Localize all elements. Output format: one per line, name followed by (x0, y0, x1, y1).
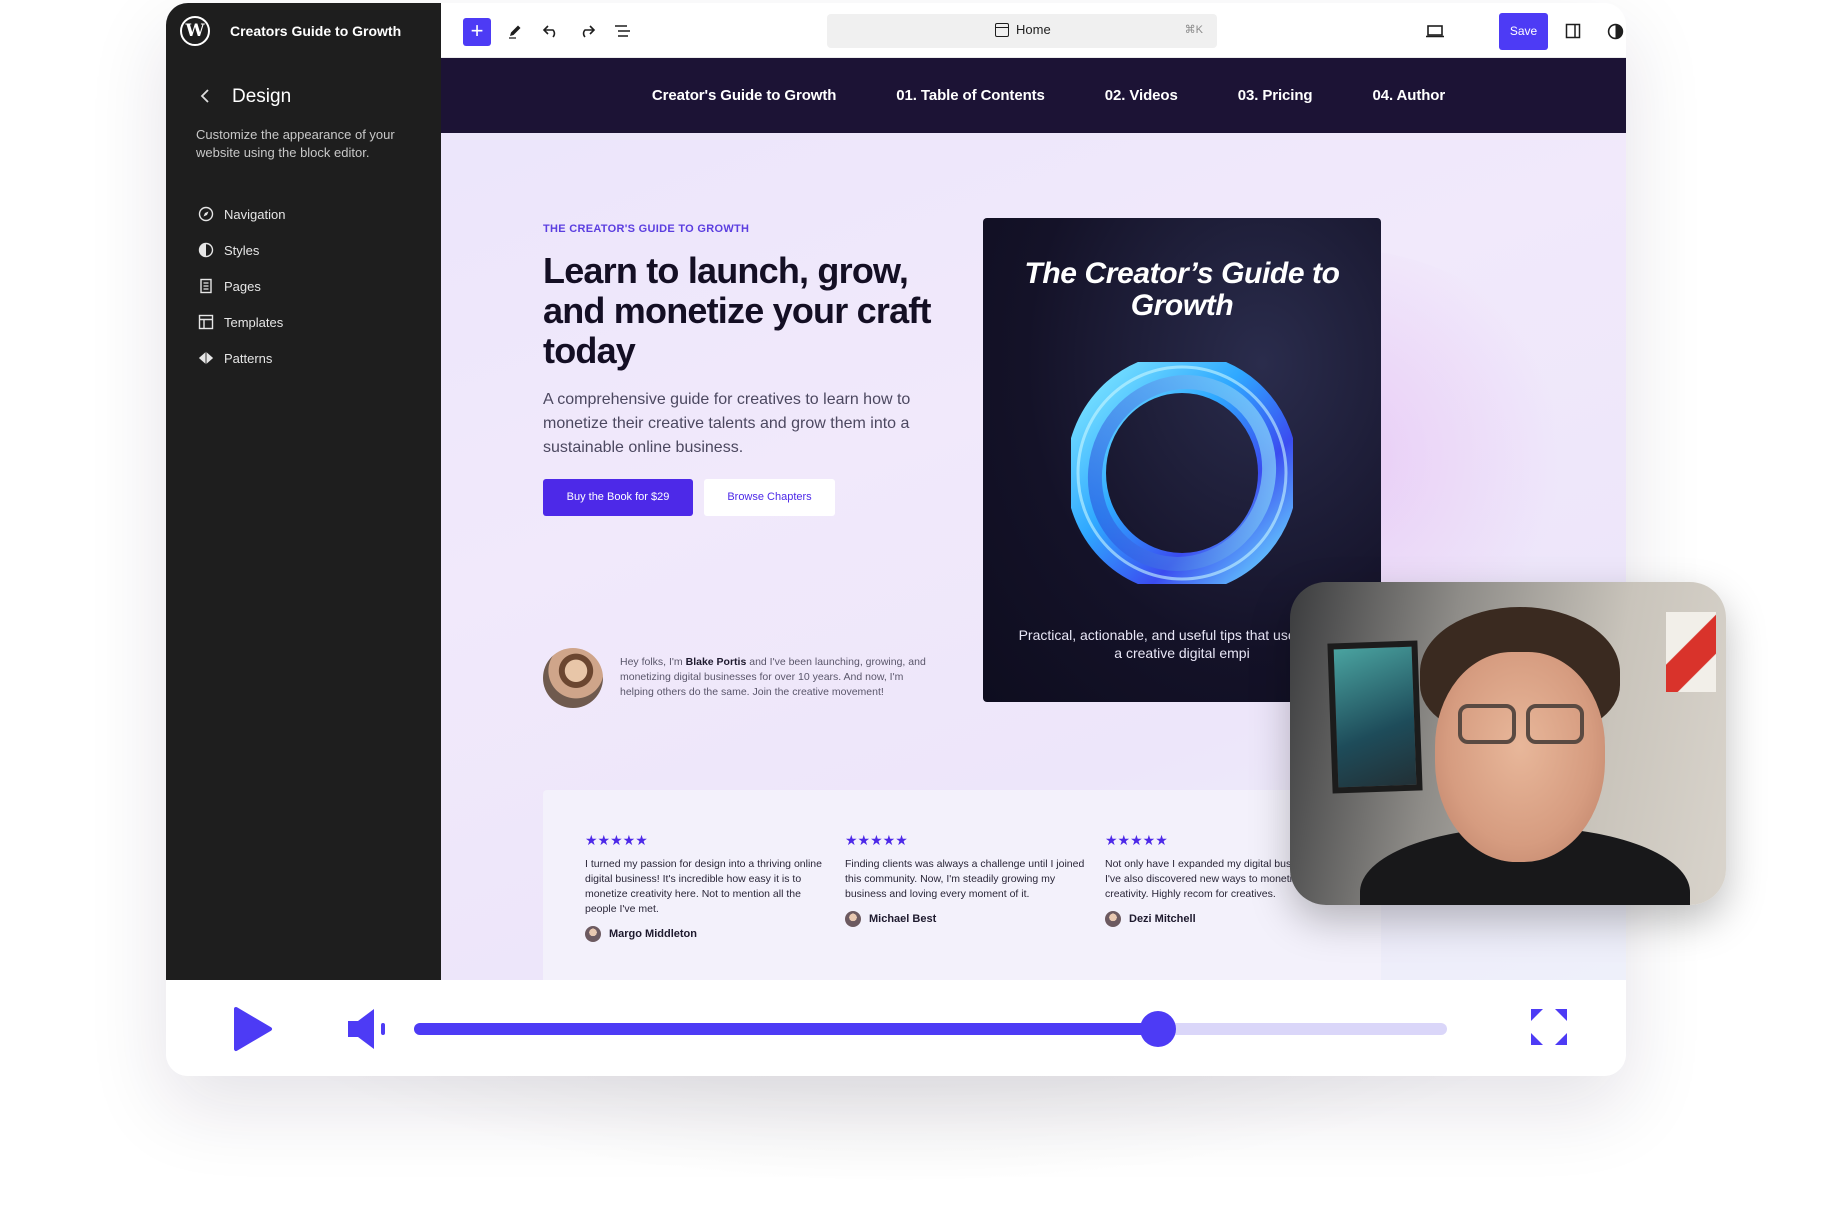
pencil-icon[interactable] (503, 19, 527, 43)
testimonials-section: ★★★★★ I turned my passion for design int… (543, 790, 1381, 980)
author-avatar (543, 648, 603, 708)
site-header: W Creators Guide to Growth (166, 3, 441, 58)
current-page: Home (995, 22, 1051, 37)
star-rating: ★★★★★ (845, 832, 908, 848)
reviewer-avatar (585, 926, 601, 942)
testimonial-card: ★★★★★ I turned my passion for design int… (585, 832, 830, 942)
presenter-face (1435, 652, 1605, 862)
page-template-icon (995, 22, 1009, 37)
styles-icon[interactable] (1603, 19, 1626, 43)
wall-art (1666, 612, 1716, 692)
undo-icon[interactable] (539, 19, 563, 43)
settings-panel-icon[interactable] (1561, 19, 1585, 43)
command-palette-button[interactable]: Home ⌘K (827, 14, 1217, 48)
reviewer-name: Margo Middleton (609, 928, 697, 940)
presenter-webcam (1290, 582, 1726, 905)
testimonial-quote: Finding clients was always a challenge u… (845, 858, 1085, 900)
sidebar-item-pages[interactable]: Pages (166, 268, 441, 304)
sidebar-item-styles[interactable]: Styles (166, 232, 441, 268)
current-page-label: Home (1016, 22, 1051, 37)
sidebar-item-label: Navigation (224, 206, 286, 222)
testimonial-author: Michael Best (845, 911, 1090, 927)
panel-description: Customize the appearance of your website… (196, 127, 395, 160)
nav-link-videos[interactable]: 02. Videos (1105, 87, 1178, 104)
wall-painting (1327, 640, 1423, 794)
add-block-button[interactable]: + (463, 18, 491, 46)
hero-eyebrow: THE CREATOR'S GUIDE TO GROWTH (543, 223, 750, 235)
video-player-controls (166, 980, 1626, 1076)
layout-icon (198, 314, 214, 330)
sidebar-item-label: Styles (224, 242, 260, 258)
site-navigation: Creator's Guide to Growth 01. Table of C… (441, 58, 1626, 133)
author-name: Blake Portis (685, 656, 747, 668)
nav-link-author[interactable]: 04. Author (1372, 87, 1445, 104)
nav-link-home[interactable]: Creator's Guide to Growth (652, 87, 837, 104)
testimonial-card: ★★★★★ Finding clients was always a chall… (845, 832, 1090, 927)
nav-link-table-of-contents[interactable]: 01. Table of Contents (896, 87, 1045, 104)
reviewer-avatar (1105, 911, 1121, 927)
reviewer-name: Michael Best (869, 913, 937, 925)
volume-icon[interactable] (346, 1006, 396, 1052)
panel-title: Design (232, 86, 292, 107)
design-sidebar: W Creators Guide to Growth Design Custom… (166, 3, 441, 980)
glasses-right (1526, 704, 1584, 744)
sidebar-item-navigation[interactable]: Navigation (166, 196, 441, 232)
play-icon[interactable] (228, 1006, 274, 1052)
sidebar-item-patterns[interactable]: Patterns (166, 340, 441, 376)
list-view-icon[interactable] (611, 19, 635, 43)
half-circle-icon (198, 242, 214, 258)
glasses-left (1458, 704, 1516, 744)
save-button[interactable]: Save (1499, 13, 1548, 50)
reviewer-name: Dezi Mitchell (1129, 913, 1196, 925)
sidebar-item-label: Patterns (224, 350, 273, 366)
author-intro: Hey folks, I'm Blake Portis and I've bee… (620, 655, 940, 700)
sidebar-item-label: Pages (224, 278, 261, 294)
chevron-left-icon[interactable] (200, 87, 220, 108)
site-title: Creators Guide to Growth (230, 22, 402, 39)
compass-icon (198, 206, 214, 222)
buy-book-button[interactable]: Buy the Book for $29 (543, 479, 693, 516)
editor-window: W Creators Guide to Growth Design Custom… (166, 3, 1626, 1076)
stage: W Creators Guide to Growth Design Custom… (0, 0, 1827, 1209)
nav-link-pricing[interactable]: 03. Pricing (1238, 87, 1313, 104)
editor-toolbar: + Home ⌘K Save (441, 3, 1626, 58)
testimonial-author: Dezi Mitchell (1105, 911, 1350, 927)
author-intro-start: Hey folks, I'm (620, 656, 686, 668)
sidebar-item-templates[interactable]: Templates (166, 304, 441, 340)
wordpress-logo-icon[interactable]: W (180, 15, 210, 46)
diamond-icon (198, 350, 214, 366)
design-header: Design (166, 86, 441, 108)
desktop-preview-icon[interactable] (1423, 19, 1447, 43)
testimonial-quote: I turned my passion for design into a th… (585, 858, 822, 915)
reviewer-avatar (845, 911, 861, 927)
page-icon (198, 278, 214, 294)
testimonial-author: Margo Middleton (585, 926, 830, 942)
redo-icon[interactable] (575, 19, 599, 43)
design-nav: Navigation Styles Pages Templates Patter… (166, 196, 441, 376)
book-title: The Creator’s Guide to Growth (1024, 257, 1340, 322)
progress-handle[interactable] (1139, 1011, 1176, 1047)
progress-slider[interactable] (414, 1011, 1447, 1047)
hero-headline: Learn to launch, grow, and monetize your… (543, 250, 931, 371)
browse-chapters-button[interactable]: Browse Chapters (704, 479, 835, 516)
star-rating: ★★★★★ (585, 832, 648, 848)
progress-fill (414, 1023, 1158, 1035)
fullscreen-icon[interactable] (1530, 1008, 1568, 1046)
sidebar-item-label: Templates (224, 314, 284, 330)
hero-subheadline: A comprehensive guide for creatives to l… (543, 391, 911, 456)
ring-artwork (1066, 353, 1298, 593)
shortcut-hint: ⌘K (1184, 24, 1203, 36)
